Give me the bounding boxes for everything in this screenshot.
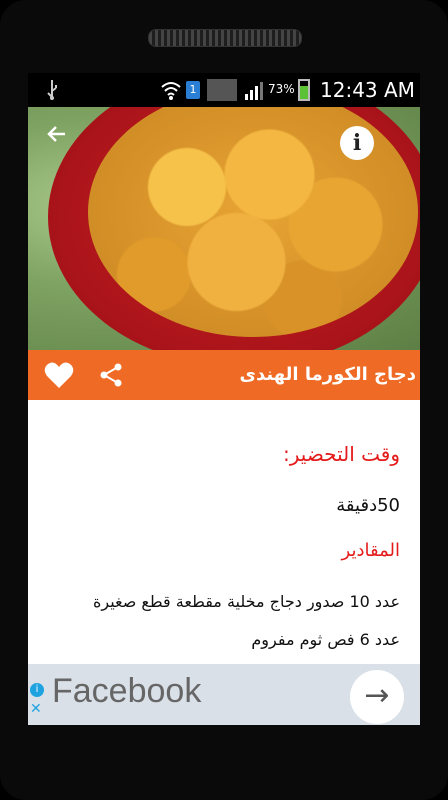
recipe-hero-image: i (28, 107, 420, 350)
no-signal-icon (207, 79, 237, 101)
recipe-content: وقت التحضير: 50دقيقة المقادير عدد 10 صدو… (28, 400, 420, 664)
sim-slot-badge: 1 (186, 81, 200, 99)
signal-icon (245, 82, 263, 100)
battery-percent: 73% (268, 82, 295, 96)
speaker-grille (148, 29, 302, 47)
prep-time-value: 50دقيقة (336, 495, 400, 516)
back-arrow-icon[interactable] (42, 122, 72, 152)
recipe-title: دجاج الكورما الهندى (239, 364, 416, 385)
clock: 12:43 AM (320, 78, 415, 102)
phone-frame: 1 73% 12:43 AM i دجاج الكورما الهندى وقت… (0, 0, 448, 800)
ad-banner[interactable]: i ✕ Facebook → (28, 664, 420, 725)
ingredient-item: عدد 10 صدور دجاج مخلية مقطعة قطع صغيرة (92, 592, 400, 611)
recipe-title-bar: دجاج الكورما الهندى (28, 350, 420, 400)
ingredient-item: عدد 6 فص ثوم مفروم (251, 630, 400, 649)
wifi-icon (161, 82, 181, 100)
screen: 1 73% 12:43 AM i دجاج الكورما الهندى وقت… (28, 73, 420, 725)
ad-close-icon[interactable]: ✕ (30, 702, 42, 716)
info-icon[interactable]: i (340, 126, 374, 160)
prep-time-label: وقت التحضير: (283, 442, 400, 466)
arrow-right-icon: → (364, 678, 390, 713)
ingredients-label: المقادير (341, 540, 400, 561)
usb-icon (47, 80, 57, 100)
status-bar: 1 73% 12:43 AM (28, 73, 420, 107)
ad-info-icon[interactable]: i (30, 683, 44, 697)
battery-icon (298, 79, 310, 101)
ad-arrow-button[interactable]: → (350, 670, 404, 724)
share-icon[interactable] (98, 362, 124, 388)
ad-advertiser-text[interactable]: Facebook (52, 672, 201, 711)
favorite-heart-icon[interactable] (44, 361, 74, 389)
